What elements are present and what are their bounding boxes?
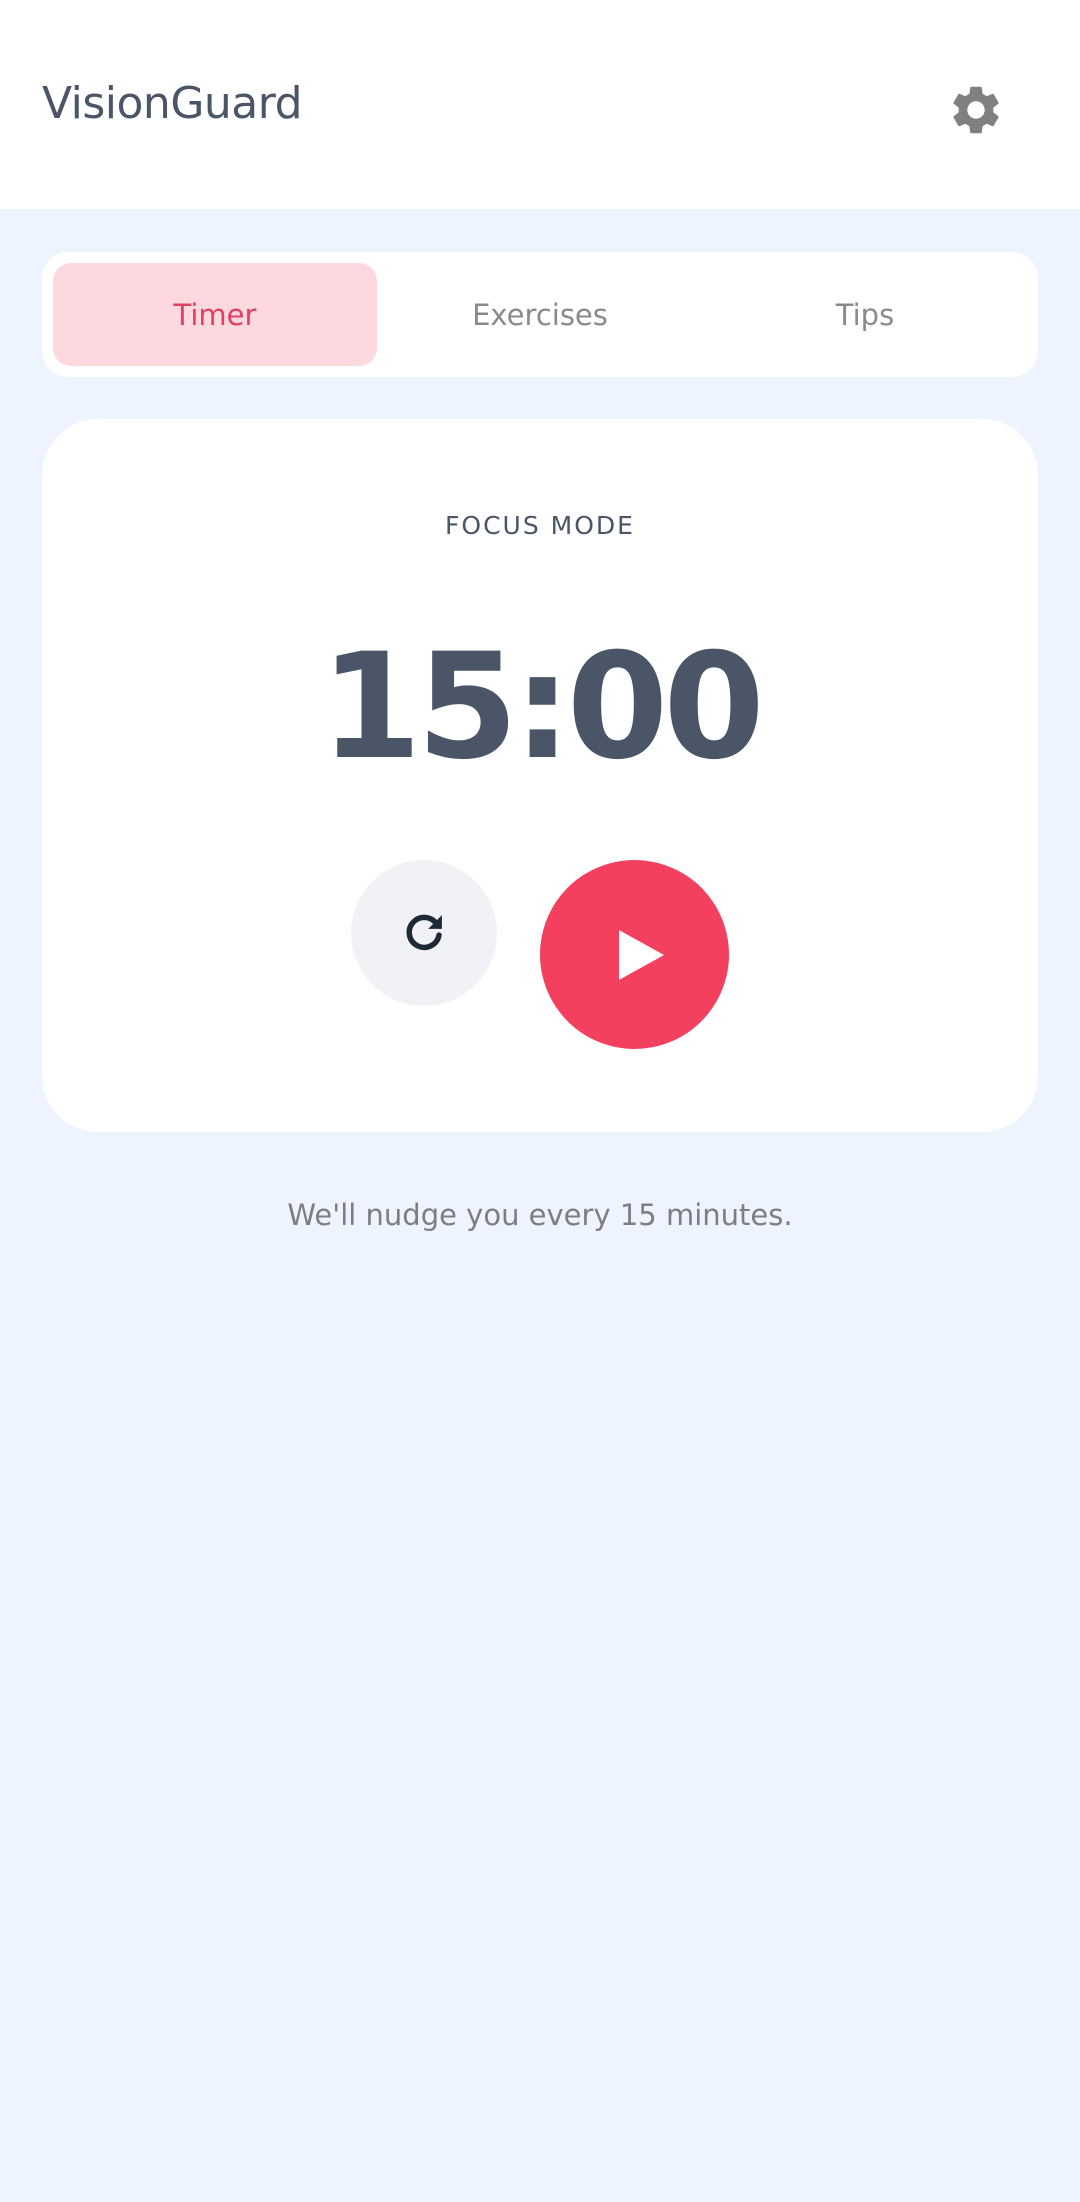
nudge-message: We'll nudge you every 15 minutes. <box>287 1198 793 1232</box>
tab-bar: Timer Exercises Tips <box>42 252 1038 377</box>
gear-icon <box>953 86 999 134</box>
timer-display: 15:00 <box>320 622 765 792</box>
tab-exercises[interactable]: Exercises <box>378 263 702 366</box>
reset-button[interactable] <box>351 860 497 1006</box>
mode-label: FOCUS MODE <box>445 511 635 540</box>
settings-button[interactable] <box>940 74 1012 146</box>
refresh-icon <box>406 914 442 951</box>
timer-card: FOCUS MODE 15:00 <box>42 419 1038 1132</box>
app-header: VisionGuard <box>0 0 1080 209</box>
play-button[interactable] <box>540 860 729 1049</box>
play-icon <box>618 929 664 980</box>
app-title: VisionGuard <box>42 78 303 129</box>
tab-tips[interactable]: Tips <box>703 263 1027 366</box>
tab-timer[interactable]: Timer <box>53 263 377 366</box>
